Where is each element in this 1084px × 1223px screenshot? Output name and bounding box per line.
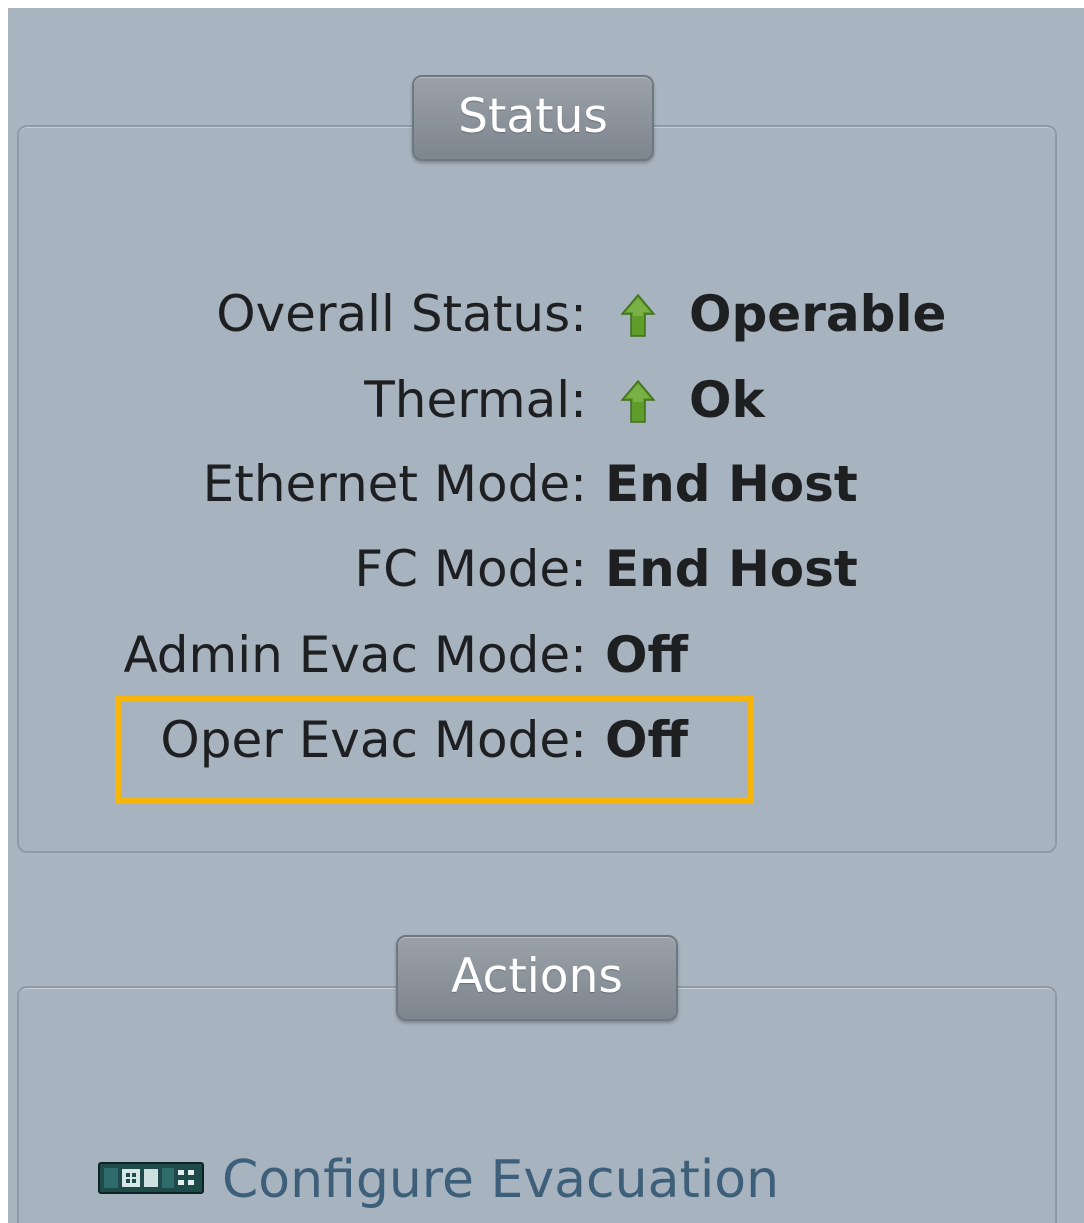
status-panel-title: Status xyxy=(412,75,654,161)
admin-evac-mode-value: Off xyxy=(605,626,689,684)
fc-mode-value: End Host xyxy=(605,540,858,598)
oper-evac-mode-highlight-box xyxy=(115,696,754,804)
fabric-interconnect-icon xyxy=(98,1162,204,1194)
ethernet-mode-label: Ethernet Mode: xyxy=(202,455,587,513)
admin-evac-mode-label: Admin Evac Mode: xyxy=(123,626,587,684)
thermal-value: Ok xyxy=(689,371,765,429)
status-row-overall-status: Overall Status: Operable xyxy=(8,279,1084,349)
thermal-label: Thermal: xyxy=(364,371,587,429)
fc-mode-label: FC Mode: xyxy=(354,540,587,598)
overall-status-value: Operable xyxy=(689,285,947,343)
ethernet-mode-value: End Host xyxy=(605,455,858,513)
status-row-fc-mode: FC Mode: End Host xyxy=(8,534,1084,604)
status-row-thermal: Thermal: Ok xyxy=(8,365,1084,435)
status-row-ethernet-mode: Ethernet Mode: End Host xyxy=(8,449,1084,519)
green-up-arrow-icon xyxy=(620,293,656,337)
configure-evacuation-label[interactable]: Configure Evacuation xyxy=(222,1148,779,1212)
actions-panel-title: Actions xyxy=(396,935,678,1021)
green-up-arrow-icon xyxy=(620,379,656,423)
fabric-interconnect-general-pane: Status Overall Status: Operable Thermal:… xyxy=(8,8,1084,1223)
status-row-admin-evac-mode: Admin Evac Mode: Off xyxy=(8,620,1084,690)
overall-status-label: Overall Status: xyxy=(216,285,587,343)
